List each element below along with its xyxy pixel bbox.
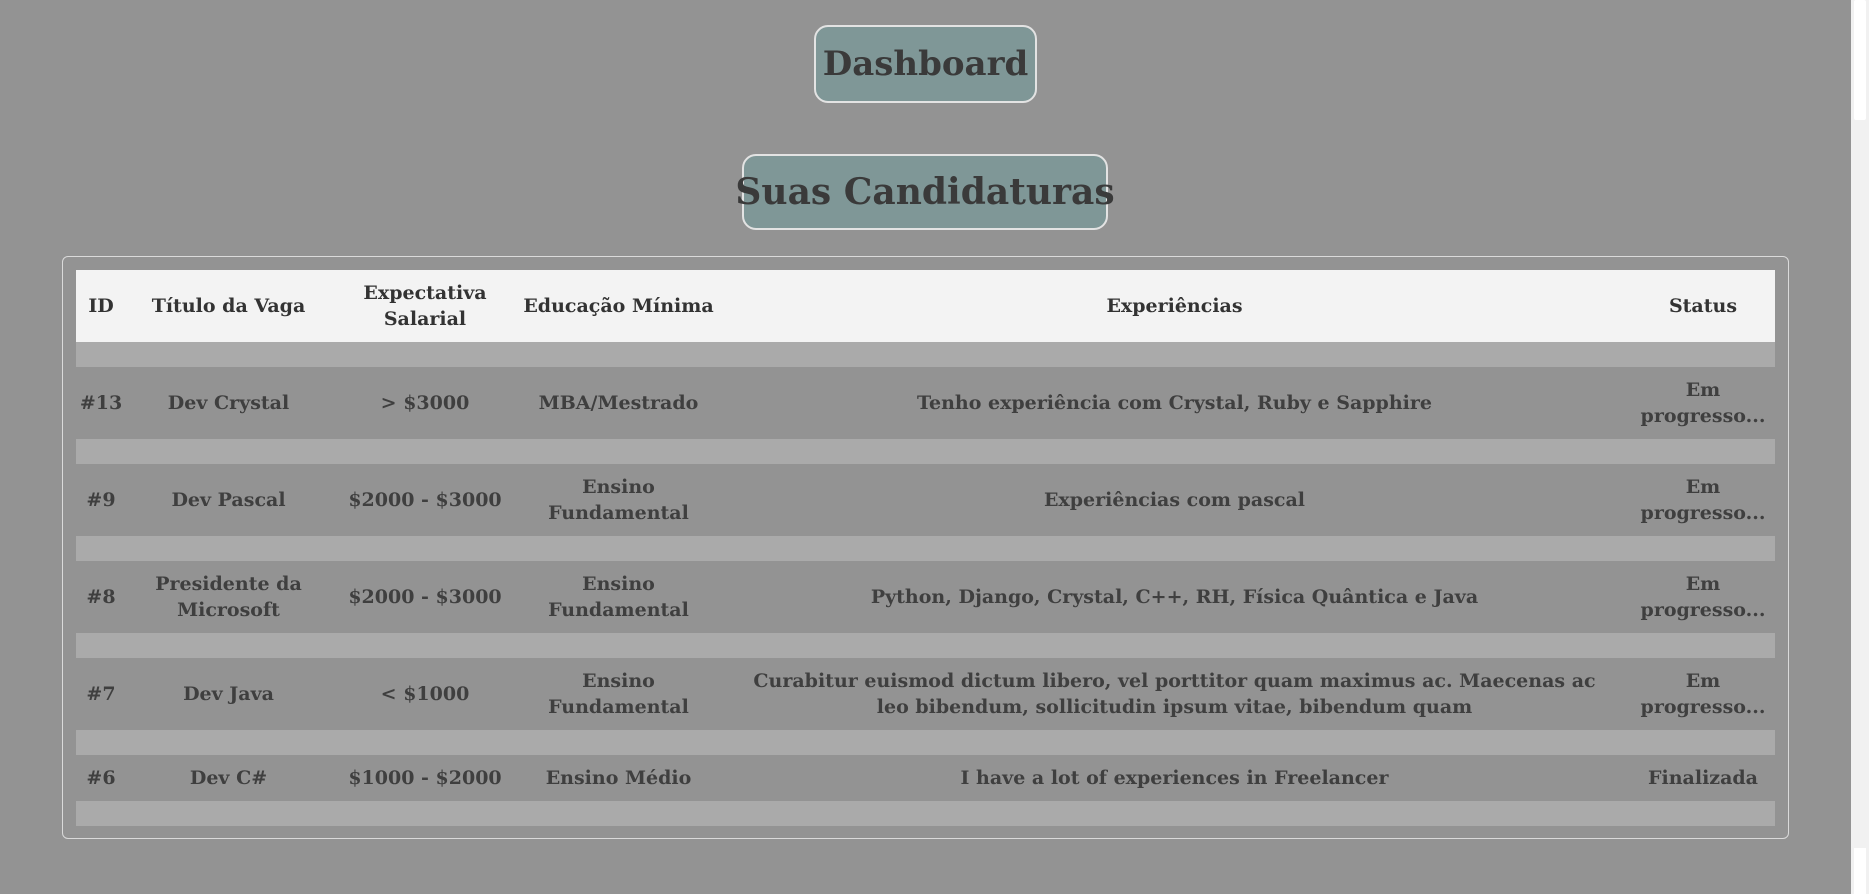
cell-status: Em progresso...	[1640, 379, 1766, 427]
cell-salary: $2000 - $3000	[348, 489, 502, 511]
column-header-experiences: Experiências	[1106, 295, 1243, 317]
table-header-row: ID Título da Vaga Expectativa Salarial E…	[76, 270, 1775, 342]
column-header-salary: Expectativa Salarial	[363, 282, 487, 330]
cell-title: Dev Pascal	[171, 489, 286, 511]
scrollbar-track[interactable]	[1851, 0, 1869, 894]
table-row[interactable]: #8 Presidente da Microsoft $2000 - $3000…	[76, 561, 1775, 633]
cell-education: MBA/Mestrado	[538, 392, 699, 414]
row-divider	[76, 730, 1775, 755]
column-header-status: Status	[1668, 295, 1738, 317]
cell-status: Em progresso...	[1640, 670, 1766, 718]
cell-title: Dev C#	[189, 767, 268, 789]
cell-education: Ensino Fundamental	[548, 573, 689, 621]
column-header-title: Título da Vaga	[151, 295, 306, 317]
cell-salary: > $3000	[380, 392, 470, 414]
scrollbar-thumb[interactable]	[1854, 0, 1866, 120]
cell-id: #7	[86, 683, 116, 705]
cell-experiences: I have a lot of experiences in Freelance…	[960, 767, 1389, 789]
table-row[interactable]: #7 Dev Java < $1000 Ensino Fundamental C…	[76, 658, 1775, 730]
cell-id: #8	[86, 586, 116, 608]
table-row[interactable]: #13 Dev Crystal > $3000 MBA/Mestrado Ten…	[76, 367, 1775, 439]
page: Dashboard Suas Candidaturas ID Título da…	[0, 0, 1851, 894]
applications-table: ID Título da Vaga Expectativa Salarial E…	[76, 270, 1775, 826]
table-row[interactable]: #6 Dev C# $1000 - $2000 Ensino Médio I h…	[76, 755, 1775, 801]
cell-id: #9	[86, 489, 116, 511]
section-title: Suas Candidaturas	[735, 154, 1115, 230]
cell-salary: $1000 - $2000	[348, 767, 502, 789]
cell-title: Presidente da Microsoft	[155, 573, 302, 621]
row-divider	[76, 633, 1775, 658]
cell-title: Dev Crystal	[167, 392, 290, 414]
cell-experiences: Curabitur euismod dictum libero, vel por…	[753, 670, 1596, 718]
cell-status: Em progresso...	[1640, 573, 1766, 621]
cell-status: Finalizada	[1648, 767, 1758, 789]
row-divider	[76, 801, 1775, 826]
row-divider	[76, 342, 1775, 367]
cell-title: Dev Java	[183, 683, 274, 705]
row-divider	[76, 536, 1775, 561]
cell-experiences: Experiências com pascal	[1043, 489, 1306, 511]
column-header-id: ID	[88, 295, 114, 317]
applications-panel: ID Título da Vaga Expectativa Salarial E…	[62, 256, 1789, 839]
cell-id: #13	[79, 392, 123, 414]
cell-education: Ensino Fundamental	[548, 476, 689, 524]
cell-education: Ensino Fundamental	[548, 670, 689, 718]
cell-salary: $2000 - $3000	[348, 586, 502, 608]
scrollbar-bottom	[1854, 848, 1866, 894]
cell-experiences: Python, Django, Crystal, C++, RH, Física…	[870, 586, 1479, 608]
column-header-education: Educação Mínima	[523, 295, 714, 317]
cell-id: #6	[86, 767, 116, 789]
cell-status: Em progresso...	[1640, 476, 1766, 524]
cell-experiences: Tenho experiência com Crystal, Ruby e Sa…	[917, 392, 1432, 414]
dashboard-button[interactable]: Dashboard	[814, 25, 1037, 103]
table-row[interactable]: #9 Dev Pascal $2000 - $3000 Ensino Funda…	[76, 464, 1775, 536]
cell-salary: < $1000	[380, 683, 470, 705]
cell-education: Ensino Médio	[545, 767, 692, 789]
row-divider	[76, 439, 1775, 464]
